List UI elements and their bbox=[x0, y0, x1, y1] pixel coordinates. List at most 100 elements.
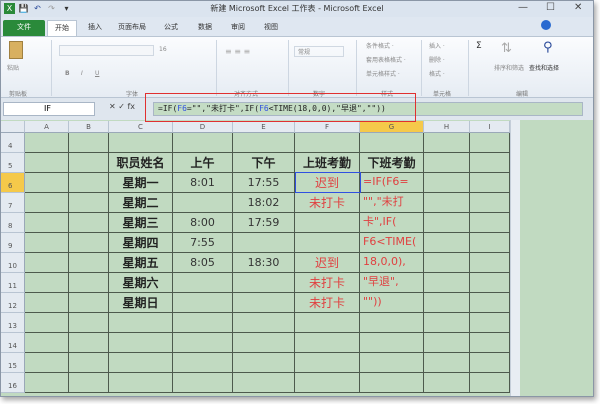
cell-i9[interactable] bbox=[470, 233, 510, 253]
cell-e15[interactable] bbox=[233, 353, 295, 373]
cell-b13[interactable] bbox=[69, 313, 109, 333]
tab-view[interactable]: 视图 bbox=[257, 20, 285, 36]
cell-e9[interactable] bbox=[233, 233, 295, 253]
cell-i8[interactable] bbox=[470, 213, 510, 233]
cell-c14[interactable] bbox=[109, 333, 173, 353]
cell-i4[interactable] bbox=[470, 133, 510, 153]
cell-a15[interactable] bbox=[25, 353, 69, 373]
row-header-6[interactable]: 6 bbox=[1, 173, 25, 193]
cell-a9[interactable] bbox=[25, 233, 69, 253]
cell-styles-button[interactable]: 单元格样式 · bbox=[366, 69, 400, 78]
cell-f4[interactable] bbox=[295, 133, 360, 153]
cell-g15[interactable] bbox=[360, 353, 424, 373]
cell-g13[interactable] bbox=[360, 313, 424, 333]
cell-g4[interactable] bbox=[360, 133, 424, 153]
row-header-11[interactable]: 11 bbox=[1, 273, 25, 293]
cell-h12[interactable] bbox=[424, 293, 470, 313]
formula-buttons[interactable]: ✕ ✓ fx bbox=[109, 102, 135, 111]
cell-c5[interactable]: 职员姓名 bbox=[109, 153, 173, 173]
cell-e12[interactable] bbox=[233, 293, 295, 313]
name-box[interactable]: IF bbox=[3, 102, 95, 116]
cell-c9[interactable]: 星期四 bbox=[109, 233, 173, 253]
cell-f5[interactable]: 上班考勤 bbox=[295, 153, 360, 173]
cell-e8[interactable]: 17:59 bbox=[233, 213, 295, 233]
cell-a10[interactable] bbox=[25, 253, 69, 273]
cell-f10[interactable]: 迟到 bbox=[295, 253, 360, 273]
cell-g5[interactable]: 下班考勤 bbox=[360, 153, 424, 173]
cell-f11[interactable]: 未打卡 bbox=[295, 273, 360, 293]
cell-f9[interactable] bbox=[295, 233, 360, 253]
column-header-c[interactable]: C bbox=[109, 121, 173, 133]
cell-b6[interactable] bbox=[69, 173, 109, 193]
cell-h8[interactable] bbox=[424, 213, 470, 233]
cell-b7[interactable] bbox=[69, 193, 109, 213]
cell-c4[interactable] bbox=[109, 133, 173, 153]
cell-b11[interactable] bbox=[69, 273, 109, 293]
sort-filter-icon[interactable]: ⇅ bbox=[501, 41, 512, 56]
select-all-corner[interactable] bbox=[1, 121, 25, 133]
cell-i10[interactable] bbox=[470, 253, 510, 273]
cell-d9[interactable]: 7:55 bbox=[173, 233, 233, 253]
bold-button[interactable]: B bbox=[65, 70, 70, 77]
number-format-select[interactable]: 常规 bbox=[294, 46, 344, 57]
cell-d15[interactable] bbox=[173, 353, 233, 373]
cell-c7[interactable]: 星期二 bbox=[109, 193, 173, 213]
cell-h16[interactable] bbox=[424, 373, 470, 393]
cell-e16[interactable] bbox=[233, 373, 295, 393]
sort-filter-label[interactable]: 排序和筛选 bbox=[494, 63, 524, 72]
cell-e5[interactable]: 下午 bbox=[233, 153, 295, 173]
column-header-a[interactable]: A bbox=[25, 121, 69, 133]
cell-d5[interactable]: 上午 bbox=[173, 153, 233, 173]
cell-e11[interactable] bbox=[233, 273, 295, 293]
find-select-label[interactable]: 查找和选择 bbox=[529, 63, 559, 72]
autosum-icon[interactable]: Σ bbox=[476, 41, 482, 51]
cell-f15[interactable] bbox=[295, 353, 360, 373]
cell-d14[interactable] bbox=[173, 333, 233, 353]
cell-c10[interactable]: 星期五 bbox=[109, 253, 173, 273]
cell-d12[interactable] bbox=[173, 293, 233, 313]
conditional-format-button[interactable]: 条件格式 · bbox=[366, 41, 394, 50]
cell-f16[interactable] bbox=[295, 373, 360, 393]
cell-g6-formula-text[interactable]: =IF(F6= "","未打 卡",IF(F6<TIME(18,0,0), "早退",… bbox=[360, 172, 424, 312]
cell-d13[interactable] bbox=[173, 313, 233, 333]
cell-i11[interactable] bbox=[470, 273, 510, 293]
paste-label[interactable]: 粘贴 bbox=[7, 63, 19, 72]
cell-d8[interactable]: 8:00 bbox=[173, 213, 233, 233]
delete-cells-button[interactable]: 删除 · bbox=[429, 55, 445, 64]
row-header-8[interactable]: 8 bbox=[1, 213, 25, 233]
row-header-16[interactable]: 16 bbox=[1, 373, 25, 393]
tab-insert[interactable]: 插入 bbox=[81, 20, 109, 36]
paste-icon[interactable] bbox=[9, 41, 23, 59]
tab-review[interactable]: 审阅 bbox=[224, 20, 252, 36]
cell-h13[interactable] bbox=[424, 313, 470, 333]
cell-e13[interactable] bbox=[233, 313, 295, 333]
cell-b15[interactable] bbox=[69, 353, 109, 373]
align-icons[interactable]: ≡ ≡ ≡ bbox=[225, 47, 250, 56]
cell-i12[interactable] bbox=[470, 293, 510, 313]
help-icon[interactable] bbox=[541, 20, 551, 30]
cell-a12[interactable] bbox=[25, 293, 69, 313]
column-header-d[interactable]: D bbox=[173, 121, 233, 133]
tab-data[interactable]: 数据 bbox=[191, 20, 219, 36]
column-header-e[interactable]: E bbox=[233, 121, 295, 133]
cell-f14[interactable] bbox=[295, 333, 360, 353]
cell-c11[interactable]: 星期六 bbox=[109, 273, 173, 293]
cell-h9[interactable] bbox=[424, 233, 470, 253]
cell-i14[interactable] bbox=[470, 333, 510, 353]
minimize-button[interactable]: — bbox=[518, 2, 528, 13]
tab-page-layout[interactable]: 页面布局 bbox=[111, 20, 153, 36]
cell-e7[interactable]: 18:02 bbox=[233, 193, 295, 213]
cell-a6[interactable] bbox=[25, 173, 69, 193]
underline-button[interactable]: U bbox=[95, 70, 99, 77]
cell-h14[interactable] bbox=[424, 333, 470, 353]
cell-b4[interactable] bbox=[69, 133, 109, 153]
column-header-g[interactable]: G bbox=[360, 121, 424, 133]
cell-h7[interactable] bbox=[424, 193, 470, 213]
cell-b16[interactable] bbox=[69, 373, 109, 393]
column-header-h[interactable]: H bbox=[424, 121, 470, 133]
cell-d11[interactable] bbox=[173, 273, 233, 293]
cell-d4[interactable] bbox=[173, 133, 233, 153]
column-header-b[interactable]: B bbox=[69, 121, 109, 133]
row-header-4[interactable]: 4 bbox=[1, 133, 25, 153]
cell-a4[interactable] bbox=[25, 133, 69, 153]
